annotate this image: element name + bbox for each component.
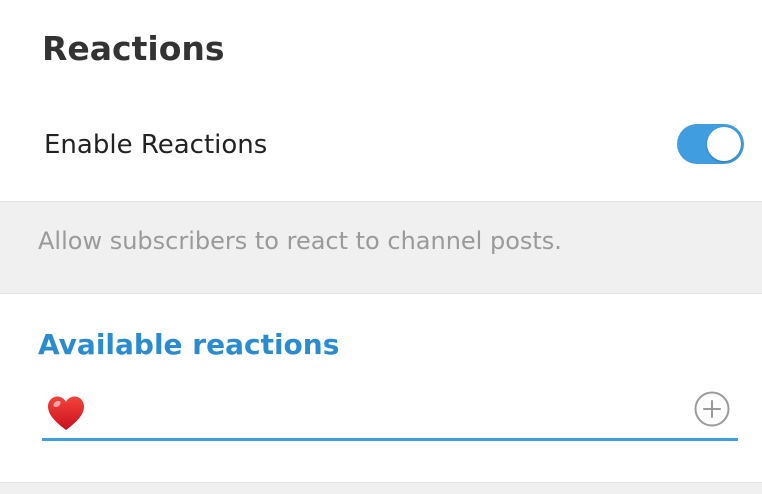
- enable-reactions-label: Enable Reactions: [44, 130, 268, 160]
- page-title: Reactions: [42, 29, 225, 68]
- toggle-knob: [707, 127, 741, 161]
- red-heart-icon[interactable]: [46, 394, 86, 434]
- enable-reactions-toggle[interactable]: [677, 124, 744, 164]
- reactions-header-card: Reactions Enable Reactions: [0, 0, 762, 202]
- reactions-input-field[interactable]: [42, 386, 738, 444]
- add-circle-icon[interactable]: [693, 390, 731, 428]
- available-reactions-card: Available reactions: [0, 293, 762, 483]
- available-reactions-title: Available reactions: [38, 328, 340, 361]
- reactions-settings-page: Reactions Enable Reactions Allow subscri…: [0, 0, 762, 494]
- reactions-hint-text: Allow subscribers to react to channel po…: [38, 227, 562, 255]
- enable-reactions-row[interactable]: Enable Reactions: [0, 112, 762, 180]
- field-underline: [42, 438, 738, 441]
